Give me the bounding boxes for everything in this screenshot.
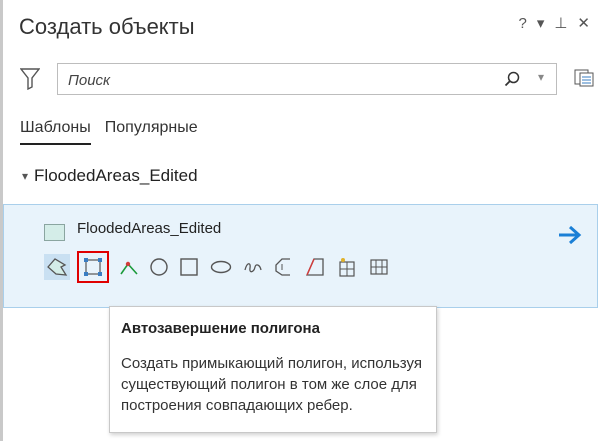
layer-group-name: FloodedAreas_Edited: [34, 166, 198, 185]
search-options-chevron-icon[interactable]: ▾: [538, 70, 544, 84]
freehand-tool[interactable]: [240, 254, 266, 280]
line-tool[interactable]: [116, 254, 142, 280]
pane-title: Создать объекты: [19, 14, 195, 39]
trace-icon: [306, 258, 324, 276]
table-view-icon[interactable]: [574, 68, 594, 88]
chevron-down-icon[interactable]: ▾: [22, 169, 28, 183]
tab-popular[interactable]: Популярные: [105, 119, 198, 145]
split-tool[interactable]: [334, 254, 360, 280]
template-tabs: Шаблоны Популярные: [20, 119, 198, 145]
fill-icon: [370, 259, 388, 275]
options-menu-button[interactable]: ▾: [537, 14, 545, 32]
polygon-tool[interactable]: [44, 254, 70, 280]
circle-icon: [150, 258, 168, 276]
fill-tool[interactable]: [366, 254, 392, 280]
rectangle-tool[interactable]: [176, 254, 202, 280]
search-icon[interactable]: [504, 71, 520, 87]
tooltip-body: Создать примыкающий полигон, используя с…: [121, 355, 422, 414]
rectangle-icon: [180, 258, 198, 276]
polygon-icon: [47, 258, 68, 276]
tool-tooltip: Автозавершение полигона Создать примыкаю…: [109, 306, 437, 433]
create-features-pane: Создать объекты ? ▾ ⊥ ✕ ▾ Шаблоны Популя…: [0, 0, 598, 441]
close-button[interactable]: ✕: [577, 14, 590, 32]
circle-tool[interactable]: [146, 254, 172, 280]
ellipse-tool[interactable]: [208, 254, 234, 280]
search-box: ▾: [57, 63, 557, 95]
tooltip-title: Автозавершение полигона: [121, 320, 320, 337]
template-symbol-swatch: [44, 224, 65, 241]
tab-templates[interactable]: Шаблоны: [20, 119, 91, 145]
filter-icon[interactable]: [20, 68, 40, 90]
help-button[interactable]: ?: [518, 15, 526, 32]
line-icon: [120, 261, 138, 275]
split-icon: [339, 258, 355, 277]
right-angle-icon: [275, 258, 290, 276]
search-input[interactable]: [66, 69, 470, 91]
right-angle-tool[interactable]: [270, 254, 296, 280]
pin-button[interactable]: ⊥: [554, 14, 567, 32]
arrow-right-icon[interactable]: [557, 224, 583, 246]
autocomplete-polygon-tool[interactable]: [77, 251, 109, 283]
pane-title-controls: ? ▾ ⊥ ✕: [518, 14, 590, 33]
ellipse-icon: [210, 260, 232, 274]
trace-tool[interactable]: [302, 254, 328, 280]
autocomplete-polygon-icon: [84, 258, 102, 276]
template-name: FloodedAreas_Edited: [77, 220, 222, 237]
freehand-icon: [244, 263, 262, 273]
layer-group-header[interactable]: ▾ FloodedAreas_Edited: [22, 166, 198, 186]
